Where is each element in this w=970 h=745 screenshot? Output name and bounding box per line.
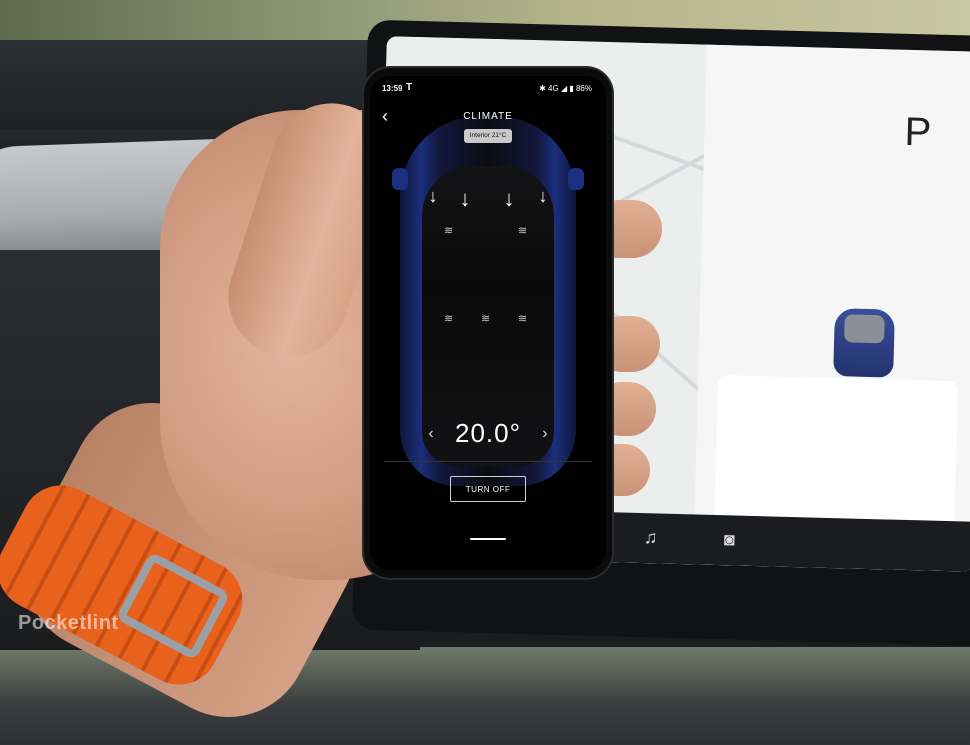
tesla-app-climate-screen: 13:59 T ✱ 4G ◢ ▮ 86% ‹ CLIMATE Interior … [370,76,606,570]
page-title: CLIMATE [463,111,513,122]
temperature-value: 20.0 [454,418,510,448]
app-icon[interactable]: ◙ [724,529,735,550]
seat-heater-rear-left-icon[interactable]: ≋ [444,312,453,325]
interior-temperature-chip: Interior 21°C [464,129,512,143]
airflow-arrow-icon: ↓ [459,186,471,211]
side-mirror-left [392,168,408,190]
music-note-icon[interactable]: ♫ [644,527,658,548]
battery-icon: ▮ [569,84,574,93]
seat-heater-rear-right-icon[interactable]: ≋ [518,312,527,325]
turn-off-button[interactable]: TURN OFF [450,476,526,502]
signal-icon: ◢ [560,84,568,93]
seat-heater-front-right-icon[interactable]: ≋ [518,224,527,237]
divider [384,461,592,462]
temperature-increase-button[interactable]: › [542,425,547,442]
side-mirror-right [568,168,584,190]
network-label: 4G [548,84,559,93]
temperature-decrease-button[interactable]: ‹ [428,425,433,442]
vehicle-info-card [714,375,959,532]
vehicle-thumbnail [833,308,895,378]
status-indicators: ✱ 4G ◢ ▮ 86% [539,84,592,93]
seat-heater-rear-center-icon[interactable]: ≋ [481,312,490,325]
seat-heater-front-left-icon[interactable]: ≋ [444,224,453,237]
status-time: 13:59 [382,84,403,93]
airflow-arrow-icon: ↓ [538,186,548,206]
temperature-unit: ° [509,418,521,448]
temperature-control: ‹ 20.0° › [370,418,606,449]
airflow-arrow-icon: ↓ [503,186,515,211]
airflow-arrow-icon: ↓ [428,186,438,206]
temperature-display: 20.0° [455,418,521,448]
status-bar: 13:59 T ✱ 4G ◢ ▮ 86% [370,82,606,96]
tesla-notification-icon: T [406,82,413,93]
battery-percentage: 86% [575,84,592,93]
bluetooth-icon: ✱ [539,84,546,93]
home-indicator[interactable] [470,538,506,540]
gear-indicator: P [904,109,932,155]
watermark: Pocketlint [18,612,119,634]
